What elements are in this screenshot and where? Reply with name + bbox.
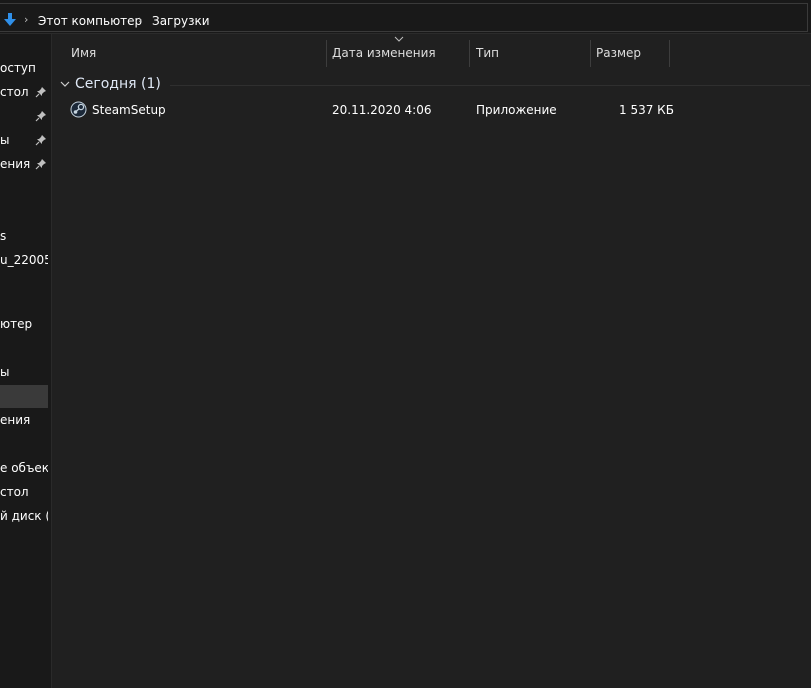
nav-item-label: оступ [0,61,36,75]
nav-item-label: й диск (С [0,509,48,523]
column-header-label: Тип [476,46,499,60]
column-header-size[interactable]: Размер [591,34,669,70]
file-name: SteamSetup [92,103,166,117]
nav-item-label: u_22005 [0,253,48,267]
column-header-label: Имя [71,46,97,60]
nav-item-label: ы [0,133,10,147]
breadcrumb-separator-icon[interactable]: › [138,13,142,26]
pin-icon [35,111,46,122]
pin-icon [35,135,46,146]
address-bar: › Этот компьютер › Загрузки [0,0,811,34]
nav-item-label: ения [0,157,31,171]
nav-item-downloads-pinned[interactable] [0,105,48,128]
nav-item-folder-s[interactable]: s [0,225,48,248]
breadcrumb-this-pc[interactable]: Этот компьютер [38,14,142,28]
column-header-label: Дата изменения [332,46,436,60]
nav-item-documents-pinned[interactable]: ы [0,129,48,152]
column-header-name[interactable]: Имя [52,34,326,70]
breadcrumb-separator-icon[interactable]: › [24,13,28,26]
nav-item-folder-u[interactable]: u_22005 [0,249,48,272]
nav-item-this-pc[interactable]: ютер [0,313,48,336]
pin-icon [35,87,46,98]
breadcrumb-downloads[interactable]: Загрузки [152,14,210,28]
nav-item-label: е объекты [0,461,48,475]
nav-item-quick-access[interactable]: оступ [0,57,48,80]
steam-icon [70,101,87,118]
nav-item-label: стол [0,485,29,499]
pin-icon [35,159,46,170]
file-date: 20.11.2020 4:06 [332,103,432,117]
nav-item-pictures[interactable]: ения [0,409,48,432]
nav-item-desktop[interactable]: стол [0,481,48,504]
nav-item-label: ения [0,413,31,427]
nav-item-desktop-pinned[interactable]: стол [0,81,48,104]
file-size: 1 537 КБ [619,103,674,117]
file-list-pane[interactable]: Имя Дата изменения Тип Размер Сегодня (1… [51,34,811,688]
group-label: Сегодня (1) [75,76,161,92]
column-divider[interactable] [669,40,670,67]
nav-item-label: ютер [0,317,33,331]
address-path-box[interactable]: › Этот компьютер › Загрузки [0,3,808,32]
file-row[interactable]: SteamSetup 20.11.2020 4:06 Приложение 1 … [66,98,686,120]
navigation-pane: оступ стол ы ения s u_22005 ютер ы ения … [0,34,51,688]
downloads-icon [4,13,16,26]
column-header-type[interactable]: Тип [470,34,590,70]
nav-item-label: s [0,229,7,243]
file-type: Приложение [476,103,557,117]
nav-item-3d-objects[interactable]: е объекты [0,457,48,480]
nav-item-label: стол [0,85,29,99]
chevron-down-icon[interactable] [60,80,70,88]
nav-item-local-disk[interactable]: й диск (С [0,505,48,528]
column-header-label: Размер [596,46,642,60]
group-divider [170,85,810,86]
nav-item-downloads-selected[interactable] [0,385,48,408]
nav-item-pictures-pinned[interactable]: ения [0,153,48,176]
nav-item-label: ы [0,365,10,379]
nav-item-documents[interactable]: ы [0,361,48,384]
group-header-today[interactable]: Сегодня (1) [58,74,810,96]
column-header-date[interactable]: Дата изменения [327,34,469,70]
